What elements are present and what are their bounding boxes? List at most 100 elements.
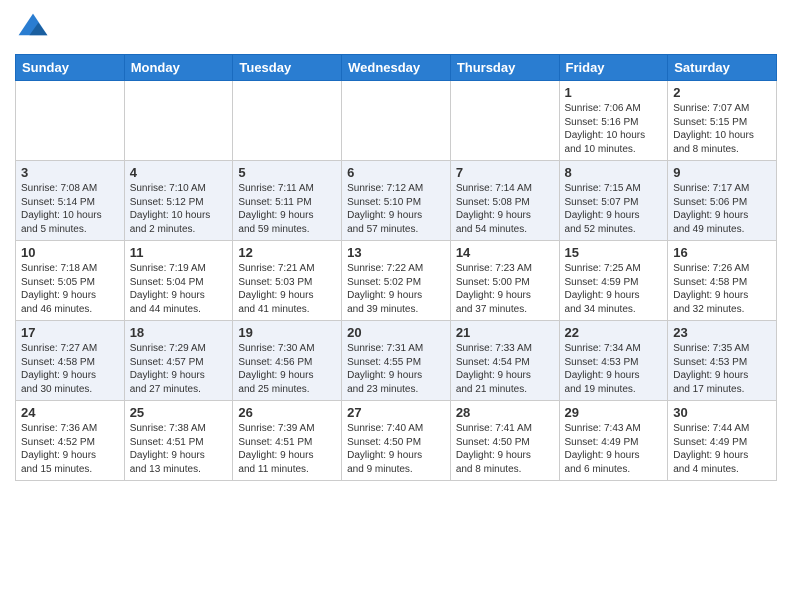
day-number: 1	[565, 85, 663, 100]
calendar-table: SundayMondayTuesdayWednesdayThursdayFrid…	[15, 54, 777, 481]
day-number: 26	[238, 405, 336, 420]
day-number: 6	[347, 165, 445, 180]
day-number: 21	[456, 325, 554, 340]
weekday-header-thursday: Thursday	[450, 55, 559, 81]
day-info: Sunrise: 7:21 AM Sunset: 5:03 PM Dayligh…	[238, 262, 336, 316]
day-info: Sunrise: 7:12 AM Sunset: 5:10 PM Dayligh…	[347, 182, 445, 236]
day-number: 25	[130, 405, 228, 420]
calendar-cell: 12 Sunrise: 7:21 AM Sunset: 5:03 PM Dayli…	[233, 241, 342, 321]
day-info: Sunrise: 7:38 AM Sunset: 4:51 PM Dayligh…	[130, 422, 228, 476]
calendar-cell: 27 Sunrise: 7:40 AM Sunset: 4:50 PM Dayli…	[342, 401, 451, 481]
day-info: Sunrise: 7:39 AM Sunset: 4:51 PM Dayligh…	[238, 422, 336, 476]
calendar-cell: 28 Sunrise: 7:41 AM Sunset: 4:50 PM Dayli…	[450, 401, 559, 481]
day-info: Sunrise: 7:22 AM Sunset: 5:02 PM Dayligh…	[347, 262, 445, 316]
day-number: 11	[130, 245, 228, 260]
day-info: Sunrise: 7:07 AM Sunset: 5:15 PM Dayligh…	[673, 102, 771, 156]
day-info: Sunrise: 7:15 AM Sunset: 5:07 PM Dayligh…	[565, 182, 663, 236]
day-number: 10	[21, 245, 119, 260]
calendar-cell: 24 Sunrise: 7:36 AM Sunset: 4:52 PM Dayli…	[16, 401, 125, 481]
day-number: 15	[565, 245, 663, 260]
day-number: 8	[565, 165, 663, 180]
calendar-cell: 6 Sunrise: 7:12 AM Sunset: 5:10 PM Daylig…	[342, 161, 451, 241]
day-info: Sunrise: 7:30 AM Sunset: 4:56 PM Dayligh…	[238, 342, 336, 396]
calendar-cell: 11 Sunrise: 7:19 AM Sunset: 5:04 PM Dayli…	[124, 241, 233, 321]
calendar-cell: 22 Sunrise: 7:34 AM Sunset: 4:53 PM Dayli…	[559, 321, 668, 401]
day-info: Sunrise: 7:41 AM Sunset: 4:50 PM Dayligh…	[456, 422, 554, 476]
day-info: Sunrise: 7:35 AM Sunset: 4:53 PM Dayligh…	[673, 342, 771, 396]
calendar-cell: 23 Sunrise: 7:35 AM Sunset: 4:53 PM Dayli…	[668, 321, 777, 401]
day-info: Sunrise: 7:36 AM Sunset: 4:52 PM Dayligh…	[21, 422, 119, 476]
day-number: 22	[565, 325, 663, 340]
day-info: Sunrise: 7:33 AM Sunset: 4:54 PM Dayligh…	[456, 342, 554, 396]
calendar-week-4: 17Sunrise: 7:27 AM Sunset: 4:58 PM Dayli…	[16, 321, 777, 401]
calendar-week-5: 24 Sunrise: 7:36 AM Sunset: 4:52 PM Dayli…	[16, 401, 777, 481]
calendar-week-3: 10 Sunrise: 7:18 AM Sunset: 5:05 PM Dayli…	[16, 241, 777, 321]
calendar-header: SundayMondayTuesdayWednesdayThursdayFrid…	[16, 55, 777, 81]
day-info: Sunrise: 7:31 AM Sunset: 4:55 PM Dayligh…	[347, 342, 445, 396]
calendar-cell	[16, 81, 125, 161]
calendar-cell: 1 Sunrise: 7:06 AM Sunset: 5:16 PM Daylig…	[559, 81, 668, 161]
day-number: 28	[456, 405, 554, 420]
calendar-week-1: 1 Sunrise: 7:06 AM Sunset: 5:16 PM Daylig…	[16, 81, 777, 161]
day-number: 24	[21, 405, 119, 420]
calendar-cell: 21 Sunrise: 7:33 AM Sunset: 4:54 PM Dayli…	[450, 321, 559, 401]
weekday-header-saturday: Saturday	[668, 55, 777, 81]
day-number: 13	[347, 245, 445, 260]
day-info: Sunrise: 7:43 AM Sunset: 4:49 PM Dayligh…	[565, 422, 663, 476]
day-info: Sunrise: 7:17 AM Sunset: 5:06 PM Dayligh…	[673, 182, 771, 236]
day-number: 16	[673, 245, 771, 260]
calendar-cell: 9Sunrise: 7:17 AM Sunset: 5:06 PM Daylig…	[668, 161, 777, 241]
day-info: Sunrise: 7:23 AM Sunset: 5:00 PM Dayligh…	[456, 262, 554, 316]
day-info: Sunrise: 7:44 AM Sunset: 4:49 PM Dayligh…	[673, 422, 771, 476]
day-info: Sunrise: 7:08 AM Sunset: 5:14 PM Dayligh…	[21, 182, 119, 236]
calendar-body: 1 Sunrise: 7:06 AM Sunset: 5:16 PM Daylig…	[16, 81, 777, 481]
day-number: 27	[347, 405, 445, 420]
day-info: Sunrise: 7:34 AM Sunset: 4:53 PM Dayligh…	[565, 342, 663, 396]
calendar-cell: 8 Sunrise: 7:15 AM Sunset: 5:07 PM Daylig…	[559, 161, 668, 241]
calendar-cell: 5Sunrise: 7:11 AM Sunset: 5:11 PM Daylig…	[233, 161, 342, 241]
day-number: 14	[456, 245, 554, 260]
day-info: Sunrise: 7:27 AM Sunset: 4:58 PM Dayligh…	[21, 342, 119, 396]
day-number: 20	[347, 325, 445, 340]
page-container: SundayMondayTuesdayWednesdayThursdayFrid…	[0, 0, 792, 491]
calendar-cell: 10 Sunrise: 7:18 AM Sunset: 5:05 PM Dayli…	[16, 241, 125, 321]
logo	[15, 10, 55, 46]
weekday-header-friday: Friday	[559, 55, 668, 81]
calendar-cell	[342, 81, 451, 161]
calendar-cell: 2Sunrise: 7:07 AM Sunset: 5:15 PM Daylig…	[668, 81, 777, 161]
logo-icon	[15, 10, 51, 46]
day-number: 29	[565, 405, 663, 420]
calendar-cell: 29 Sunrise: 7:43 AM Sunset: 4:49 PM Dayli…	[559, 401, 668, 481]
day-number: 30	[673, 405, 771, 420]
calendar-cell	[124, 81, 233, 161]
day-number: 3	[21, 165, 119, 180]
calendar-cell: 26 Sunrise: 7:39 AM Sunset: 4:51 PM Dayli…	[233, 401, 342, 481]
day-info: Sunrise: 7:40 AM Sunset: 4:50 PM Dayligh…	[347, 422, 445, 476]
weekday-header-sunday: Sunday	[16, 55, 125, 81]
day-number: 5	[238, 165, 336, 180]
weekday-header-wednesday: Wednesday	[342, 55, 451, 81]
calendar-cell	[450, 81, 559, 161]
day-number: 7	[456, 165, 554, 180]
day-info: Sunrise: 7:25 AM Sunset: 4:59 PM Dayligh…	[565, 262, 663, 316]
day-info: Sunrise: 7:14 AM Sunset: 5:08 PM Dayligh…	[456, 182, 554, 236]
header	[15, 10, 777, 46]
day-info: Sunrise: 7:18 AM Sunset: 5:05 PM Dayligh…	[21, 262, 119, 316]
day-info: Sunrise: 7:06 AM Sunset: 5:16 PM Dayligh…	[565, 102, 663, 156]
calendar-cell: 15 Sunrise: 7:25 AM Sunset: 4:59 PM Dayli…	[559, 241, 668, 321]
calendar-cell: 19Sunrise: 7:30 AM Sunset: 4:56 PM Dayli…	[233, 321, 342, 401]
day-info: Sunrise: 7:26 AM Sunset: 4:58 PM Dayligh…	[673, 262, 771, 316]
day-info: Sunrise: 7:19 AM Sunset: 5:04 PM Dayligh…	[130, 262, 228, 316]
calendar-cell: 20 Sunrise: 7:31 AM Sunset: 4:55 PM Dayli…	[342, 321, 451, 401]
calendar-cell: 13 Sunrise: 7:22 AM Sunset: 5:02 PM Dayli…	[342, 241, 451, 321]
day-number: 4	[130, 165, 228, 180]
calendar-cell: 14 Sunrise: 7:23 AM Sunset: 5:00 PM Dayli…	[450, 241, 559, 321]
day-info: Sunrise: 7:29 AM Sunset: 4:57 PM Dayligh…	[130, 342, 228, 396]
calendar-cell: 25 Sunrise: 7:38 AM Sunset: 4:51 PM Dayli…	[124, 401, 233, 481]
calendar-cell: 7 Sunrise: 7:14 AM Sunset: 5:08 PM Daylig…	[450, 161, 559, 241]
calendar-cell: 30 Sunrise: 7:44 AM Sunset: 4:49 PM Dayli…	[668, 401, 777, 481]
day-number: 23	[673, 325, 771, 340]
day-number: 12	[238, 245, 336, 260]
calendar-cell: 4Sunrise: 7:10 AM Sunset: 5:12 PM Daylig…	[124, 161, 233, 241]
day-number: 18	[130, 325, 228, 340]
